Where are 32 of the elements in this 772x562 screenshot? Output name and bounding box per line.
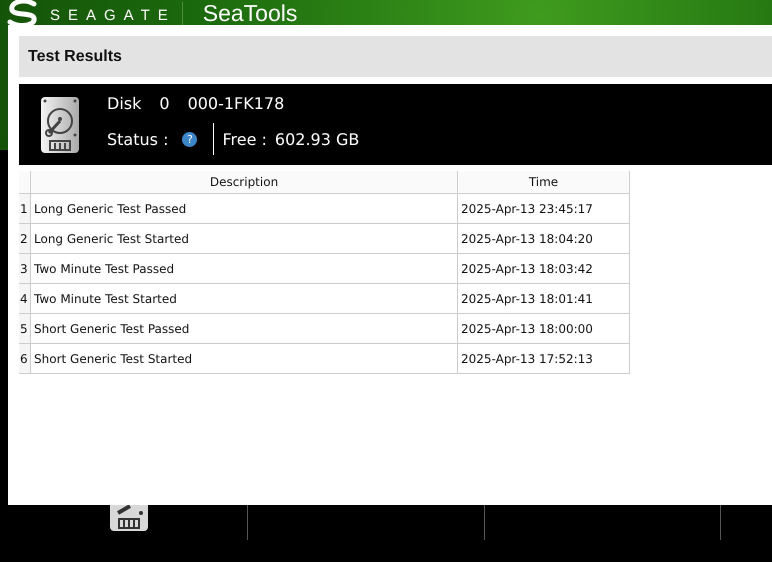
column-header[interactable]: Description [30, 171, 458, 194]
hard-drive-icon [110, 505, 148, 531]
dialog-title: Test Results [28, 48, 122, 66]
app-title: SeaTools [202, 2, 298, 25]
table-cell: 2025-Apr-13 23:45:17 [458, 194, 630, 224]
row-number: 3 [19, 254, 30, 284]
table-cell: Two Minute Test Started [30, 284, 458, 314]
hard-drive-icon [41, 96, 79, 152]
table-cell: Long Generic Test Started [30, 224, 458, 254]
column-header[interactable]: Time [458, 171, 630, 194]
disk-model: 000-1FK178 [188, 94, 284, 113]
table-cell: 2025-Apr-13 17:52:13 [458, 344, 630, 374]
table-cell: 2025-Apr-13 18:01:41 [458, 284, 630, 314]
table-cell: Long Generic Test Passed [30, 194, 458, 224]
table-cell: 2025-Apr-13 18:04:20 [458, 224, 630, 254]
table-cell: Two Minute Test Passed [30, 254, 458, 284]
row-number: 5 [19, 314, 30, 344]
table-cell: Short Generic Test Passed [30, 314, 458, 344]
table-cell: 2025-Apr-13 18:03:42 [458, 254, 630, 284]
free-value: 602.93 GB [274, 130, 360, 148]
table-cell: 2025-Apr-13 18:00:00 [458, 314, 630, 344]
free-label: Free : [222, 130, 267, 148]
row-number: 1 [19, 194, 30, 224]
help-icon[interactable]: ? [182, 132, 198, 146]
disk-index: 0 [159, 94, 170, 113]
status-label: Status : [107, 130, 168, 148]
brand-name: SEAGATE [50, 8, 176, 23]
disk-label: Disk [107, 94, 142, 113]
row-number: 2 [19, 224, 30, 254]
row-number: 4 [19, 284, 30, 314]
table-cell: Short Generic Test Started [30, 344, 458, 374]
row-number: 6 [19, 344, 30, 374]
